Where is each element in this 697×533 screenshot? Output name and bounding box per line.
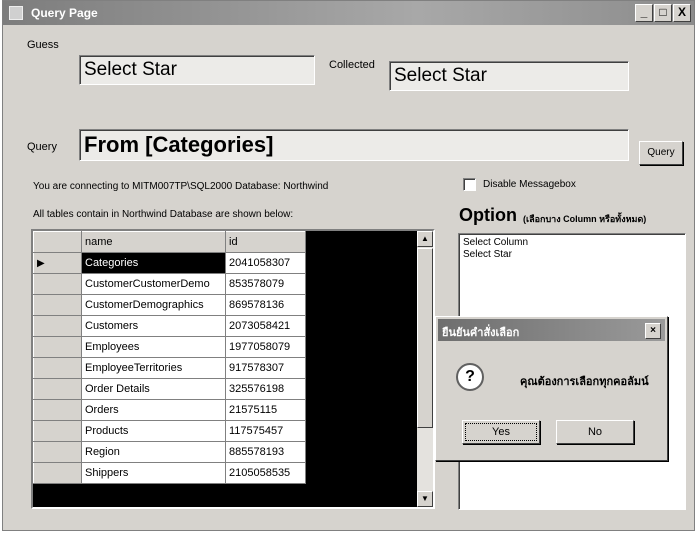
table-row[interactable]: Customers 2073058421	[33, 315, 306, 337]
table-row[interactable]: CustomerCustomerDemo 853578079	[33, 273, 306, 295]
cell-id[interactable]: 117575457	[225, 420, 306, 442]
table-row[interactable]: Employees 1977058079	[33, 336, 306, 358]
current-row-marker[interactable]: ▶	[33, 252, 82, 274]
row-header[interactable]	[33, 462, 82, 484]
cell-id[interactable]: 917578307	[225, 357, 306, 379]
table-row[interactable]: EmployeeTerritories 917578307	[33, 357, 306, 379]
cell-id[interactable]: 869578136	[225, 294, 306, 316]
cell-name[interactable]: Orders	[81, 399, 226, 421]
scroll-down-icon[interactable]: ▼	[417, 491, 433, 507]
app-icon	[9, 6, 23, 20]
disable-messagebox-label: Disable Messagebox	[483, 179, 576, 190]
cell-id[interactable]: 853578079	[225, 273, 306, 295]
cell-name[interactable]: Customers	[81, 315, 226, 337]
connection-info: You are connecting to MITM007TP\SQL2000 …	[33, 181, 329, 192]
cell-name[interactable]: Region	[81, 441, 226, 463]
cell-name[interactable]: CustomerDemographics	[81, 294, 226, 316]
option-title: Option	[459, 205, 517, 225]
cell-name[interactable]: Products	[81, 420, 226, 442]
table-row[interactable]: Shippers 2105058535	[33, 462, 306, 484]
row-header[interactable]	[33, 378, 82, 400]
title-bar[interactable]: Query Page _ □ X	[3, 1, 694, 25]
grid-header-row: name id	[33, 231, 306, 253]
tables-grid[interactable]: name id ▶ Categories 2041058307 Customer…	[31, 229, 435, 509]
collected-field[interactable]: Select Star	[389, 61, 629, 91]
table-row[interactable]: Products 117575457	[33, 420, 306, 442]
close-button[interactable]: X	[673, 4, 691, 22]
maximize-button[interactable]: □	[654, 4, 672, 22]
yes-button[interactable]: Yes	[462, 420, 540, 444]
cell-id[interactable]: 885578193	[225, 441, 306, 463]
query-button[interactable]: Query	[639, 141, 683, 165]
row-header[interactable]	[33, 336, 82, 358]
cell-name[interactable]: EmployeeTerritories	[81, 357, 226, 379]
cell-name[interactable]: Order Details	[81, 378, 226, 400]
column-header-name[interactable]: name	[81, 231, 226, 253]
table-row[interactable]: Orders 21575115	[33, 399, 306, 421]
table-row[interactable]: Order Details 325576198	[33, 378, 306, 400]
query-page-window: Query Page _ □ X Guess Select Star Colle…	[2, 0, 695, 531]
cell-name[interactable]: Shippers	[81, 462, 226, 484]
query-field[interactable]: From [Categories]	[79, 129, 629, 161]
no-button[interactable]: No	[556, 420, 634, 444]
cell-id[interactable]: 2041058307	[225, 252, 306, 274]
cell-id[interactable]: 2105058535	[225, 462, 306, 484]
cell-id[interactable]: 1977058079	[225, 336, 306, 358]
table-row[interactable]: ▶ Categories 2041058307	[33, 252, 306, 274]
tables-note: All tables contain in Northwind Database…	[33, 209, 294, 220]
cell-id[interactable]: 2073058421	[225, 315, 306, 337]
confirm-dialog: ยืนยันคำสั่งเลือก × ? คุณต้องการเลือกทุก…	[435, 316, 668, 461]
collected-label: Collected	[329, 59, 375, 71]
guess-field[interactable]: Select Star	[79, 55, 315, 85]
table-row[interactable]: CustomerDemographics 869578136	[33, 294, 306, 316]
minimize-button[interactable]: _	[635, 4, 653, 22]
scroll-thumb[interactable]	[417, 248, 433, 428]
option-item-select-star[interactable]: Select Star	[463, 249, 681, 261]
row-header[interactable]	[33, 420, 82, 442]
dialog-message: คุณต้องการเลือกทุกคอลัมน์	[520, 376, 649, 388]
table-row[interactable]: Region 885578193	[33, 441, 306, 463]
question-icon: ?	[456, 363, 484, 391]
cell-id[interactable]: 325576198	[225, 378, 306, 400]
window-title: Query Page	[31, 6, 98, 20]
guess-label: Guess	[27, 39, 59, 51]
grid-corner	[33, 231, 82, 253]
dialog-title-bar[interactable]: ยืนยันคำสั่งเลือก ×	[438, 319, 665, 341]
option-subtitle: (เลือกบาง Column หรือทั้งหมด)	[523, 214, 647, 224]
row-header[interactable]	[33, 357, 82, 379]
row-header[interactable]	[33, 294, 82, 316]
disable-messagebox-checkbox[interactable]	[463, 178, 476, 191]
column-header-id[interactable]: id	[225, 231, 306, 253]
cell-name[interactable]: Employees	[81, 336, 226, 358]
row-header[interactable]	[33, 399, 82, 421]
option-item-select-column[interactable]: Select Column	[463, 237, 681, 249]
query-label: Query	[27, 141, 57, 153]
row-header[interactable]	[33, 441, 82, 463]
row-header[interactable]	[33, 315, 82, 337]
scroll-up-icon[interactable]: ▲	[417, 231, 433, 247]
dialog-title: ยืนยันคำสั่งเลือก	[442, 327, 520, 339]
cell-name[interactable]: Categories	[81, 252, 226, 274]
dialog-close-button[interactable]: ×	[645, 323, 661, 339]
row-header[interactable]	[33, 273, 82, 295]
cell-name[interactable]: CustomerCustomerDemo	[81, 273, 226, 295]
grid-vertical-scrollbar[interactable]: ▲ ▼	[417, 231, 433, 507]
cell-id[interactable]: 21575115	[225, 399, 306, 421]
